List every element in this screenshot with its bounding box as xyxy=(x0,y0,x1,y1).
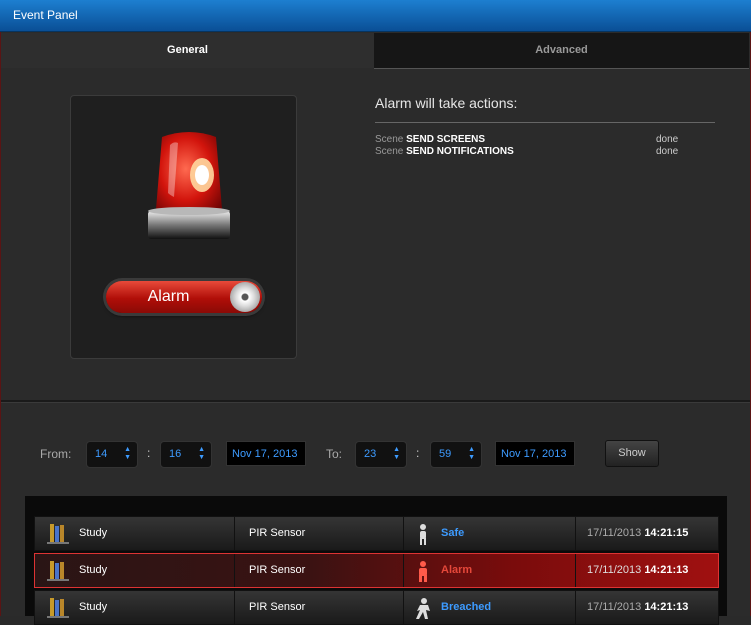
action-prefix: Scene xyxy=(375,134,404,145)
event-time: 14:21:15 xyxy=(644,527,689,539)
column-divider xyxy=(403,517,404,550)
stepper-arrows-icon[interactable]: ▲ ▼ xyxy=(124,446,131,462)
to-hour-stepper[interactable]: 23 ▲ ▼ xyxy=(355,441,407,468)
to-date-field[interactable]: Nov 17, 2013 xyxy=(495,441,575,466)
event-date: 17/11/2013 xyxy=(587,527,642,539)
person-alarm-icon xyxy=(419,561,427,582)
action-status: done xyxy=(656,146,679,157)
state-cell: Breached xyxy=(441,601,492,613)
action-status: done xyxy=(656,134,679,145)
window-title: Event Panel xyxy=(13,8,78,22)
event-time: 14:21:13 xyxy=(644,601,689,613)
event-date: 17/11/2013 xyxy=(587,601,642,613)
from-date-field[interactable]: Nov 17, 2013 xyxy=(226,441,306,466)
siren-icon xyxy=(148,132,230,239)
date-cell: 17/11/2013 14:21:13 xyxy=(587,591,688,624)
state-cell: Safe xyxy=(441,527,465,539)
event-row[interactable]: Study PIR Sensor Safe 17/11/2013 14:21:1… xyxy=(34,516,719,551)
column-divider xyxy=(403,591,404,624)
column-divider xyxy=(234,554,235,587)
tab-advanced[interactable]: Advanced xyxy=(374,33,749,69)
sensor-cell: PIR Sensor xyxy=(249,564,306,576)
date-cell: 17/11/2013 14:21:13 xyxy=(587,554,688,587)
tab-general[interactable]: General xyxy=(1,33,374,68)
action-name: SEND SCREENS xyxy=(406,134,486,145)
column-divider xyxy=(403,554,404,587)
stepper-arrows-icon[interactable]: ▲ ▼ xyxy=(393,446,400,462)
room-cell: Study xyxy=(79,601,108,613)
actions-title: Alarm will take actions: xyxy=(375,95,518,111)
time-separator: : xyxy=(147,446,151,460)
column-divider xyxy=(575,554,576,587)
time-separator: : xyxy=(416,446,420,460)
column-divider xyxy=(575,591,576,624)
section-divider xyxy=(1,400,750,403)
action-item: Scene SEND SCREENS done xyxy=(375,134,678,145)
toggle-knob-icon xyxy=(230,282,260,312)
action-name: SEND NOTIFICATIONS xyxy=(406,146,514,157)
state-cell: Alarm xyxy=(441,564,473,576)
alarm-toggle-button[interactable]: Alarm xyxy=(106,281,262,313)
to-label: To: xyxy=(326,447,343,461)
from-minute-value: 16 xyxy=(169,448,182,460)
sensor-cell: PIR Sensor xyxy=(249,527,306,539)
stepper-arrows-icon[interactable]: ▲ ▼ xyxy=(468,446,475,462)
action-item: Scene SEND NOTIFICATIONS done xyxy=(375,146,678,157)
books-icon xyxy=(47,598,69,618)
stepper-arrows-icon[interactable]: ▲ ▼ xyxy=(198,446,205,462)
column-divider xyxy=(575,517,576,550)
to-hour-value: 23 xyxy=(364,448,377,460)
person-safe-icon xyxy=(420,524,426,545)
event-time: 14:21:13 xyxy=(644,564,689,576)
actions-divider xyxy=(375,122,715,123)
event-row[interactable]: Study PIR Sensor Breached 17/11/2013 14:… xyxy=(34,590,719,625)
books-icon xyxy=(47,524,69,544)
to-minute-value: 59 xyxy=(439,448,452,460)
alarm-toggle-label: Alarm xyxy=(147,288,190,305)
sensor-cell: PIR Sensor xyxy=(249,601,306,613)
to-minute-stepper[interactable]: 59 ▲ ▼ xyxy=(430,441,482,468)
column-divider xyxy=(234,517,235,550)
room-cell: Study xyxy=(79,527,108,539)
books-icon xyxy=(47,561,69,581)
from-minute-stepper[interactable]: 16 ▲ ▼ xyxy=(160,441,212,468)
from-hour-stepper[interactable]: 14 ▲ ▼ xyxy=(86,441,138,468)
date-cell: 17/11/2013 14:21:15 xyxy=(587,517,688,550)
show-button[interactable]: Show xyxy=(605,440,659,467)
event-row[interactable]: Study PIR Sensor Alarm 17/11/2013 14:21:… xyxy=(34,553,719,588)
event-date: 17/11/2013 xyxy=(587,564,642,576)
room-cell: Study xyxy=(79,564,108,576)
from-hour-value: 14 xyxy=(95,448,108,460)
column-divider xyxy=(234,591,235,624)
from-label: From: xyxy=(40,447,72,461)
title-bar: Event Panel xyxy=(0,0,751,32)
action-prefix: Scene xyxy=(375,146,404,157)
